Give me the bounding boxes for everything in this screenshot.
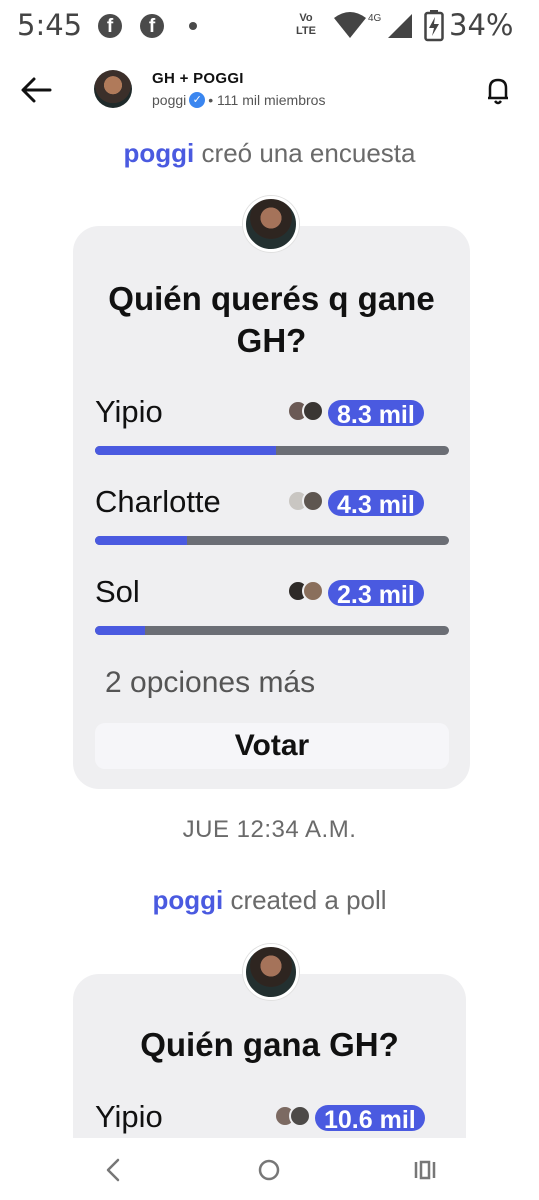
battery-charging-icon [424, 10, 444, 42]
vote-progress-bar [95, 446, 449, 455]
vote-count-pill: 2.3 mil [328, 580, 424, 606]
verified-badge-icon: ✓ [189, 92, 206, 108]
vote-count-pill: 8.3 mil [328, 400, 424, 426]
poll-option-label[interactable]: Yipio [95, 1099, 163, 1135]
vote-progress-fill [95, 446, 276, 455]
back-arrow-icon[interactable] [16, 70, 56, 110]
battery-percent: 34% [449, 8, 514, 42]
poll-created-text: creó una encuesta [201, 138, 416, 168]
channel-avatar[interactable] [94, 70, 132, 108]
poll-card: Quién querés q gane GH? Yipio 8.3 mil Ch… [73, 226, 470, 789]
vote-progress-fill [95, 536, 188, 545]
vote-count-pill: 10.6 mil [315, 1105, 425, 1131]
vote-count-pill: 4.3 mil [328, 490, 424, 516]
more-options-link[interactable]: 2 opciones más [105, 666, 315, 700]
poll-option-label[interactable]: Sol [95, 574, 140, 610]
wifi-icon [334, 12, 366, 38]
voter-avatar [302, 400, 324, 422]
vote-progress-fill [95, 626, 145, 635]
voter-avatar [302, 580, 324, 602]
poll-question: Quién gana GH? [140, 1026, 399, 1063]
channel-header: GH + POGGI poggi ✓ • 111 mil miembros [0, 56, 539, 126]
poll-created-text: created a poll [230, 885, 387, 915]
voter-avatars [274, 1105, 311, 1127]
vote-progress-bar [95, 626, 449, 635]
poll-author[interactable]: poggi [124, 138, 195, 168]
voter-avatar [289, 1105, 311, 1127]
poll-question: Quién querés q gane GH? [108, 280, 435, 359]
more-notifications-dot-icon [189, 22, 197, 30]
member-count: • 111 mil miembros [208, 92, 326, 108]
nav-recents-icon[interactable] [407, 1152, 443, 1188]
poll-option-label[interactable]: Charlotte [95, 484, 221, 520]
system-nav-bar [0, 1138, 539, 1200]
channel-author: poggi [152, 92, 187, 108]
nav-home-icon[interactable] [251, 1152, 287, 1188]
voter-avatars [287, 580, 324, 602]
channel-subtitle: poggi ✓ • 111 mil miembros [152, 92, 325, 108]
poll-created-line: poggi creó una encuesta [0, 138, 539, 169]
bell-icon[interactable] [478, 70, 518, 110]
voter-avatars [287, 400, 324, 422]
poll-author[interactable]: poggi [152, 885, 223, 915]
message-timestamp: JUE 12:34 A.M. [182, 816, 357, 843]
vote-button[interactable]: Votar [95, 723, 449, 769]
voter-avatars [287, 490, 324, 512]
network-type: 4G [368, 13, 382, 24]
status-bar: 5:45 f f Vo LTE 4G 34% [0, 0, 539, 52]
poll-author-avatar[interactable] [243, 944, 299, 1000]
status-time: 5:45 [17, 8, 83, 42]
volte-indicator: Vo LTE [296, 12, 316, 37]
channel-title[interactable]: GH + POGGI [152, 70, 244, 87]
poll-author-avatar[interactable] [243, 196, 299, 252]
facebook-notification-icon: f [98, 14, 122, 38]
facebook-notification-icon: f [140, 14, 164, 38]
signal-icon [388, 14, 412, 38]
nav-back-icon[interactable] [96, 1152, 132, 1188]
vote-progress-bar [95, 536, 449, 545]
voter-avatar [302, 490, 324, 512]
poll-option-label[interactable]: Yipio [95, 394, 163, 430]
poll-created-line: poggi created a poll [0, 885, 539, 916]
